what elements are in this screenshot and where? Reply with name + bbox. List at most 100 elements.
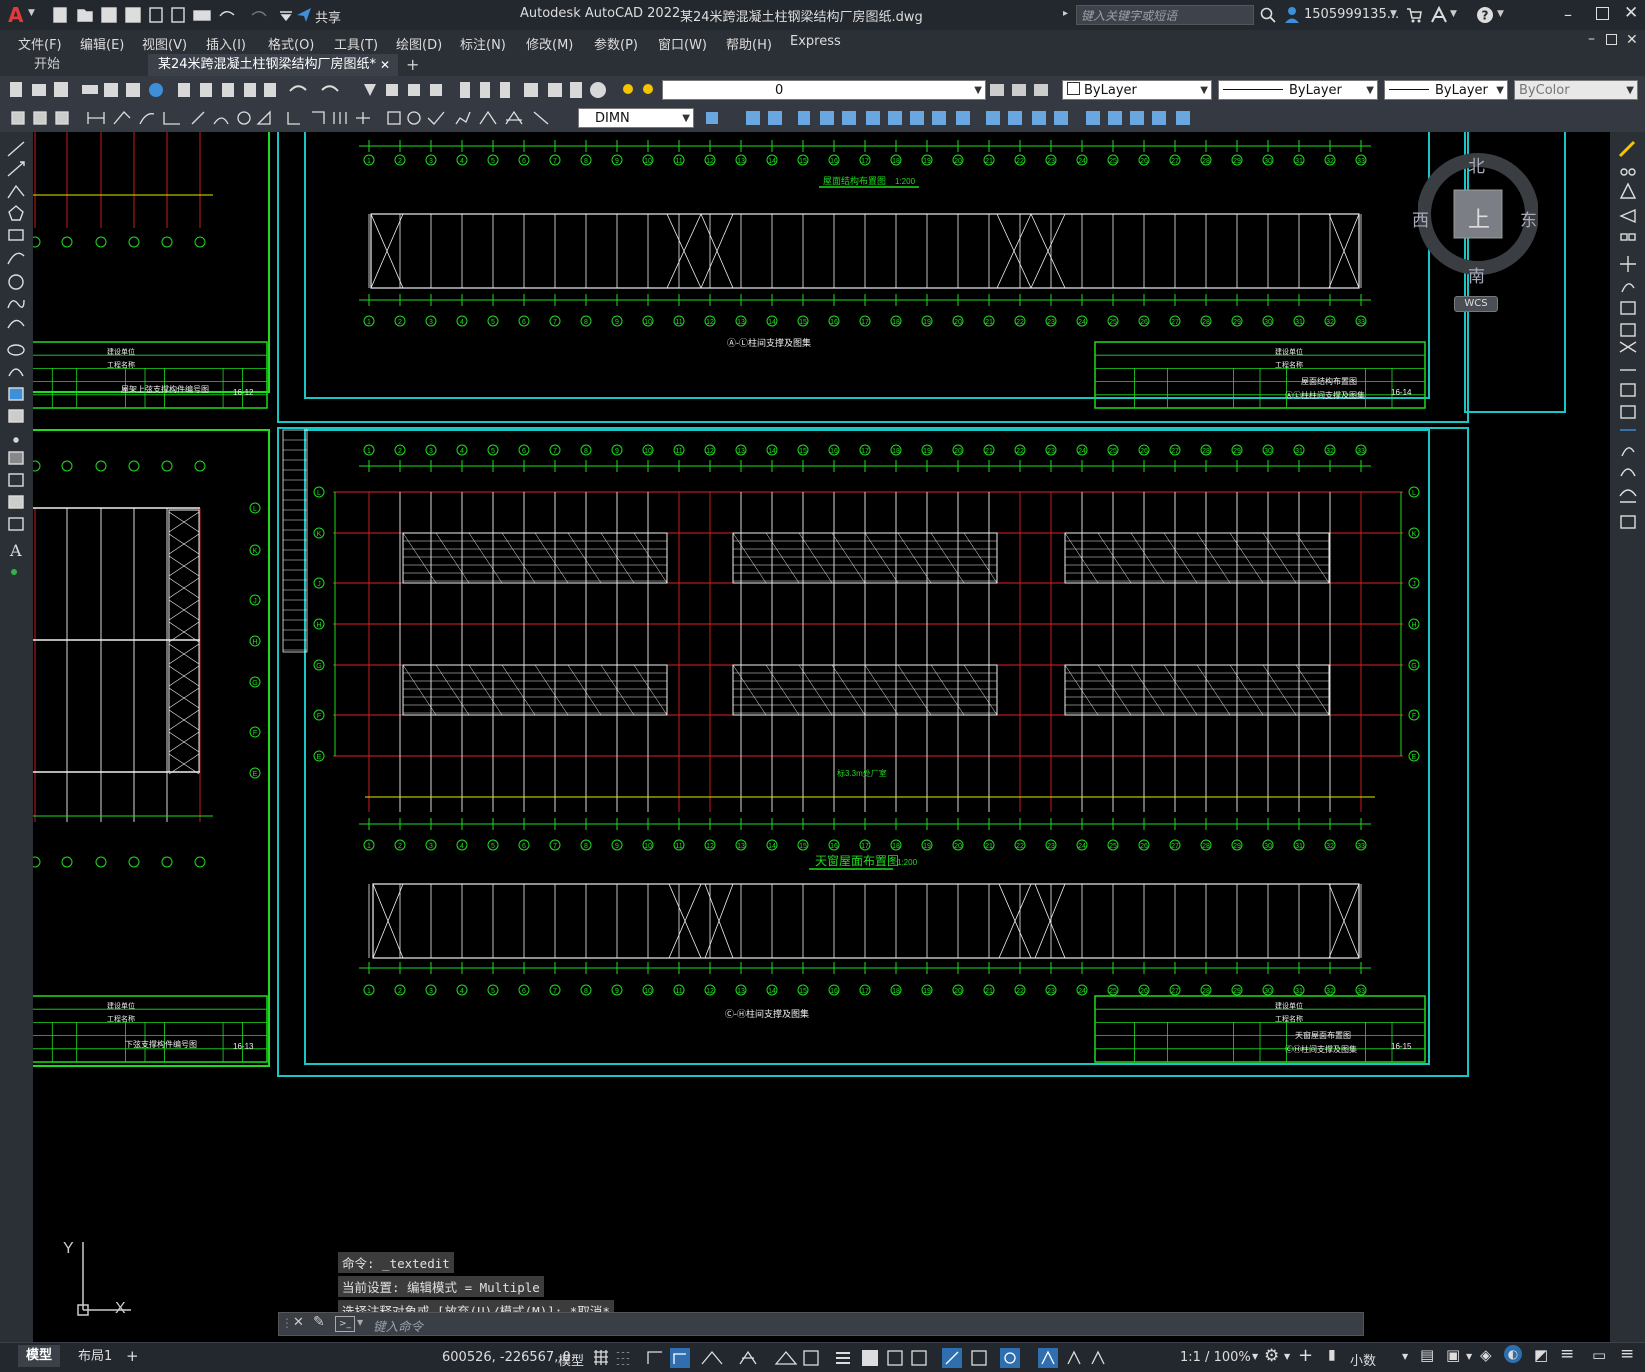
chevron-down-icon[interactable]: ▼ xyxy=(1284,1352,1290,1361)
layout-tab-layout1[interactable]: 布局1 xyxy=(72,1346,118,1368)
grid-bubble-number: 15 xyxy=(799,319,807,326)
menu-edit[interactable]: 编辑(E) xyxy=(80,34,124,53)
sheet-border xyxy=(304,132,1430,399)
add-layout-button[interactable]: + xyxy=(126,1347,139,1365)
doc-minimize-icon[interactable]: – xyxy=(1588,31,1595,47)
model-space-toggle[interactable]: 模型 xyxy=(558,1350,584,1369)
menu-icon[interactable]: ≡ xyxy=(1620,1344,1634,1364)
share-button[interactable]: 共享 xyxy=(315,7,341,26)
linetype-dropdown[interactable]: ByLayer ▼ xyxy=(1218,80,1378,100)
chevron-down-icon[interactable]: ▼ xyxy=(1466,1352,1472,1361)
command-input[interactable]: 键入命令 xyxy=(371,1314,1361,1334)
layer-dropdown[interactable]: 0 ▼ xyxy=(662,80,986,100)
chevron-down-icon[interactable]: ▼ xyxy=(28,8,35,18)
doc-close-icon[interactable]: ✕ xyxy=(1626,32,1638,48)
dimension-toolbar-icons[interactable] xyxy=(8,108,578,128)
chevron-down-icon[interactable]: ▼ xyxy=(1450,9,1457,19)
viewcube-south[interactable]: 南 xyxy=(1468,262,1485,287)
minimize-icon[interactable]: – xyxy=(1564,5,1572,24)
title-block-project-label: 工程名称 xyxy=(107,360,135,369)
gear-icon[interactable]: ⚙ xyxy=(1264,1346,1279,1366)
help-icon[interactable]: ? xyxy=(1476,6,1494,24)
autocad-logo[interactable]: A xyxy=(8,3,23,27)
user-name[interactable]: 1505999135... xyxy=(1304,7,1399,22)
search-input[interactable]: 键入关键字或短语 xyxy=(1076,5,1254,25)
menu-tools[interactable]: 工具(T) xyxy=(334,34,378,53)
clean-screen-icon[interactable]: ◐ xyxy=(1504,1345,1522,1363)
hardware-acceleration-icon[interactable]: ▣ xyxy=(1446,1346,1460,1364)
grid-bubble-number: 13 xyxy=(737,319,745,326)
layer-tools-icons[interactable] xyxy=(988,80,1058,100)
menu-modify[interactable]: 修改(M) xyxy=(526,34,573,53)
menu-file[interactable]: 文件(F) xyxy=(18,34,62,53)
properties-icon[interactable]: ▤ xyxy=(1420,1346,1434,1364)
isolate-objects-icon[interactable]: ◈ xyxy=(1480,1346,1492,1364)
close-icon[interactable]: ✕ xyxy=(1624,3,1638,23)
standard-toolbar-icons[interactable] xyxy=(8,80,668,100)
drag-handle-icon[interactable]: ⋮ xyxy=(281,1316,293,1330)
annotation-scale-icon xyxy=(1091,1350,1105,1365)
grid-icon xyxy=(594,1350,608,1365)
lineweight-dropdown[interactable]: ByLayer ▼ xyxy=(1384,80,1508,100)
menu-draw[interactable]: 绘图(D) xyxy=(396,34,442,53)
standard-toolbar: 0 ▼ ByLayer ▼ ByLayer ▼ ByLayer ▼ ByColo… xyxy=(0,76,1645,104)
maximize-icon[interactable] xyxy=(1596,7,1609,20)
user-icon[interactable] xyxy=(1284,6,1300,24)
modify-toolbar-icons[interactable] xyxy=(702,108,1222,128)
tab-document[interactable]: 某24米跨混凝土柱钢梁结构厂房图纸* ✕ xyxy=(148,54,398,76)
units-value[interactable]: 小数 xyxy=(1350,1350,1376,1369)
status-toggles[interactable] xyxy=(592,1348,1172,1368)
color-dropdown[interactable]: ByLayer ▼ xyxy=(1062,80,1212,100)
viewcube-north[interactable]: 北 xyxy=(1468,152,1485,177)
viewcube[interactable]: 北 南 东 西 上 WCS xyxy=(1412,144,1539,312)
menu-window[interactable]: 窗口(W) xyxy=(658,34,707,53)
chevron-down-icon[interactable]: ▼ xyxy=(1252,1352,1258,1361)
grid-bubble-number: 27 xyxy=(1171,319,1179,326)
menu-parametric[interactable]: 参数(P) xyxy=(594,34,638,53)
modify-toolbar-side-icons[interactable] xyxy=(1618,140,1640,540)
drawing-canvas[interactable]: 1 2 3 4 5 6 7 8 9 10 11 12 13 14 15 16 17 18 19 20 21 22 23 24 2… xyxy=(33,132,1610,1342)
menu-insert[interactable]: 插入(I) xyxy=(206,34,246,53)
open-icon xyxy=(77,9,93,22)
publish-icon xyxy=(171,7,185,23)
chevron-right-icon[interactable]: ▸ xyxy=(1063,8,1068,19)
close-icon[interactable]: ✕ xyxy=(293,1315,304,1330)
viewcube-west[interactable]: 西 xyxy=(1412,206,1429,231)
title-bar: A ▼ 共享 Autodesk AutoCAD 2022 某24米跨混凝土柱钢梁… xyxy=(0,0,1645,30)
draw-toolbar-icons[interactable]: A xyxy=(6,140,28,580)
viewcube-face[interactable]: 上 xyxy=(1468,202,1490,234)
tab-start[interactable]: 开始 xyxy=(24,54,70,76)
doc-restore-icon[interactable] xyxy=(1606,34,1617,45)
viewcube-east[interactable]: 东 xyxy=(1520,206,1537,231)
share-icon[interactable] xyxy=(296,7,312,23)
graphics-performance-icon[interactable]: ◩ xyxy=(1534,1346,1548,1364)
row-bubble-letter: K xyxy=(1412,531,1417,538)
chevron-down-icon[interactable]: ▼ xyxy=(357,1318,363,1327)
drawing-area[interactable]: 1 2 3 4 5 6 7 8 9 10 11 12 13 14 15 16 17 18 19 20 21 22 23 24 2… xyxy=(33,132,1610,1342)
chevron-down-icon[interactable]: ▼ xyxy=(1497,9,1504,19)
chevron-down-icon[interactable]: ▼ xyxy=(1402,1352,1408,1361)
menu-format[interactable]: 格式(O) xyxy=(268,34,314,53)
plus-icon[interactable]: + xyxy=(1298,1345,1313,1366)
customize-icon[interactable]: ✎ xyxy=(313,1314,325,1330)
fullscreen-icon[interactable]: ▭ xyxy=(1592,1346,1606,1364)
cart-icon[interactable] xyxy=(1406,7,1422,23)
menu-dimension[interactable]: 标注(N) xyxy=(460,34,506,53)
close-icon[interactable]: ✕ xyxy=(380,54,390,76)
autodesk-a360-icon[interactable] xyxy=(1430,6,1448,24)
wcs-menu[interactable]: WCS xyxy=(1454,296,1498,312)
dimstyle-dropdown[interactable]: DIMN ▼ xyxy=(578,108,694,128)
grid-bubble-number: 27 xyxy=(1171,158,1179,165)
menu-help[interactable]: 帮助(H) xyxy=(726,34,772,53)
menu-view[interactable]: 视图(V) xyxy=(142,34,187,53)
units-icon[interactable]: ▮ xyxy=(1328,1347,1336,1363)
menu-express[interactable]: Express xyxy=(790,34,841,49)
command-prompt-icon[interactable]: >_ xyxy=(335,1316,355,1332)
search-icon[interactable] xyxy=(1260,7,1276,23)
layout-tab-model[interactable]: 模型 xyxy=(18,1345,61,1367)
chevron-down-icon[interactable]: ▼ xyxy=(1390,9,1397,19)
coordinates-readout[interactable]: 600526, -226567, 0 xyxy=(442,1350,571,1365)
annotation-scale[interactable]: 1:1 / 100% xyxy=(1180,1350,1251,1365)
new-tab-button[interactable]: + xyxy=(396,54,429,76)
customize-icon[interactable]: ≡ xyxy=(1560,1344,1574,1364)
